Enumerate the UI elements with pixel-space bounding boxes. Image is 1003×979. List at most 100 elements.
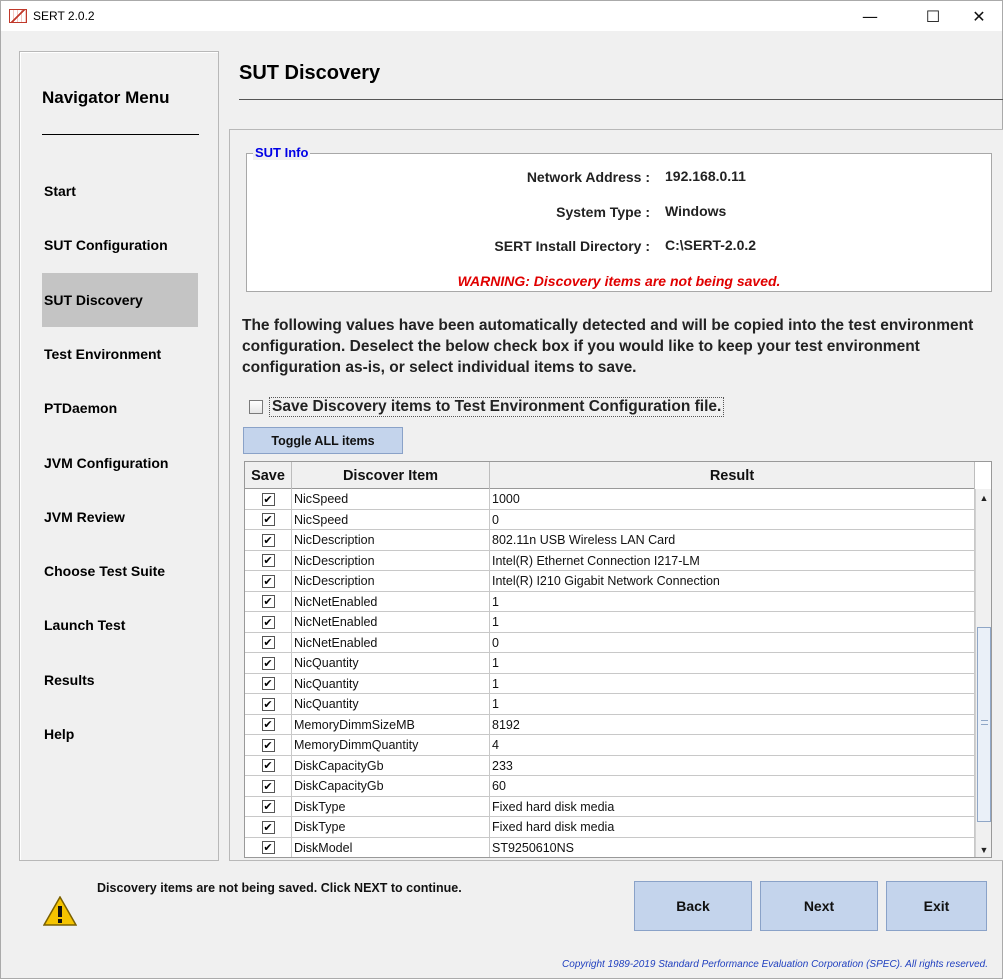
- row-result-cell: Intel(R) Ethernet Connection I217-LM: [490, 550, 975, 571]
- next-button[interactable]: Next: [760, 881, 878, 931]
- row-save-cell[interactable]: ✔: [245, 735, 292, 755]
- row-result-cell: Fixed hard disk media: [490, 817, 975, 837]
- row-checkbox[interactable]: ✔: [261, 697, 275, 711]
- row-checkbox[interactable]: ✔: [261, 574, 275, 588]
- table-row[interactable]: ✔ MemoryDimmSizeMB 8192: [245, 714, 975, 735]
- row-checkbox[interactable]: ✔: [261, 820, 275, 834]
- column-header-save[interactable]: Save: [245, 462, 292, 489]
- sut-info-legend: SUT Info: [253, 145, 311, 160]
- table-row[interactable]: ✔ DiskModel ST9250610NS: [245, 837, 975, 857]
- table-row[interactable]: ✔ NicNetEnabled 1: [245, 612, 975, 633]
- row-save-cell[interactable]: ✔: [245, 653, 292, 673]
- table-row[interactable]: ✔ DiskType Fixed hard disk media: [245, 817, 975, 838]
- scroll-down-icon[interactable]: ▼: [976, 841, 991, 857]
- nav-item-choose-test-suite[interactable]: Choose Test Suite: [42, 544, 198, 598]
- row-save-cell[interactable]: ✔: [245, 550, 292, 571]
- nav-item-jvm-review[interactable]: JVM Review: [42, 490, 198, 544]
- save-discovery-checkbox-row[interactable]: Save Discovery items to Test Environment…: [249, 396, 725, 418]
- table-row[interactable]: ✔ NicDescription 802.11n USB Wireless LAN …: [245, 530, 975, 551]
- nav-item-help[interactable]: Help: [42, 707, 198, 761]
- nav-item-test-environment[interactable]: Test Environment: [42, 327, 198, 381]
- row-item-cell: DiskCapacityGb: [292, 776, 490, 796]
- table-row[interactable]: ✔ MemoryDimmQuantity 4: [245, 735, 975, 756]
- row-checkbox[interactable]: ✔: [261, 841, 275, 854]
- column-header-item[interactable]: Discover Item: [292, 462, 490, 489]
- column-header-result[interactable]: Result: [490, 462, 975, 489]
- nav-item-sut-discovery[interactable]: SUT Discovery: [42, 272, 198, 327]
- nav-item-jvm-configuration[interactable]: JVM Configuration: [42, 436, 198, 490]
- row-save-cell[interactable]: ✔: [245, 509, 292, 530]
- table-header: Save Discover Item Result: [245, 462, 975, 489]
- row-save-cell[interactable]: ✔: [245, 632, 292, 653]
- table-row[interactable]: ✔ DiskCapacityGb 60: [245, 776, 975, 797]
- navigator-menu: Navigator Menu Start SUT Configuration SUT…: [19, 51, 219, 861]
- row-result-cell: 0: [490, 509, 975, 530]
- table-row[interactable]: ✔ NicSpeed 1000: [245, 489, 975, 510]
- row-checkbox[interactable]: ✔: [261, 759, 275, 772]
- table-row[interactable]: ✔ NicQuantity 1: [245, 673, 975, 694]
- row-save-cell[interactable]: ✔: [245, 714, 292, 735]
- row-save-cell[interactable]: ✔: [245, 817, 292, 837]
- row-result-cell: Intel(R) I210 Gigabit Network Connection: [490, 571, 975, 591]
- nav-item-results[interactable]: Results: [42, 653, 198, 707]
- table-row[interactable]: ✔ DiskType Fixed hard disk media: [245, 796, 975, 817]
- nav-item-start[interactable]: Start: [42, 164, 198, 218]
- row-save-cell[interactable]: ✔: [245, 489, 292, 509]
- app-logo-icon: [9, 9, 27, 23]
- minimize-button[interactable]: —: [847, 1, 893, 31]
- row-checkbox[interactable]: ✔: [261, 492, 275, 506]
- row-checkbox[interactable]: ✔: [261, 677, 275, 690]
- row-item-cell: DiskCapacityGb: [292, 755, 490, 776]
- network-address-value: 192.168.0.11: [665, 168, 746, 184]
- row-checkbox[interactable]: ✔: [261, 656, 275, 670]
- table-row[interactable]: ✔ NicNetEnabled 0: [245, 632, 975, 653]
- row-save-cell[interactable]: ✔: [245, 755, 292, 776]
- toggle-all-button[interactable]: Toggle ALL items: [243, 427, 403, 454]
- row-save-cell[interactable]: ✔: [245, 591, 292, 612]
- table-row[interactable]: ✔ NicSpeed 0: [245, 509, 975, 530]
- row-result-cell: 8192: [490, 714, 975, 735]
- back-button[interactable]: Back: [634, 881, 752, 931]
- row-checkbox[interactable]: ✔: [261, 636, 275, 649]
- table-row[interactable]: ✔ NicQuantity 1: [245, 653, 975, 674]
- nav-item-launch-test[interactable]: Launch Test: [42, 598, 198, 652]
- table-row[interactable]: ✔ NicDescription Intel(R) I210 Gigabit Net…: [245, 571, 975, 592]
- row-save-cell[interactable]: ✔: [245, 776, 292, 796]
- row-save-cell[interactable]: ✔: [245, 673, 292, 694]
- scroll-up-icon[interactable]: ▲: [976, 489, 991, 506]
- network-address-label: Network Address :: [526, 169, 650, 185]
- row-checkbox[interactable]: ✔: [261, 595, 275, 608]
- maximize-button[interactable]: ☐: [910, 1, 956, 31]
- table-row[interactable]: ✔ DiskCapacityGb 233: [245, 755, 975, 776]
- row-checkbox[interactable]: ✔: [261, 779, 275, 793]
- row-checkbox[interactable]: ✔: [261, 718, 275, 731]
- row-checkbox[interactable]: ✔: [261, 615, 275, 629]
- table-scrollbar[interactable]: ▲ ▼: [975, 489, 991, 857]
- row-checkbox[interactable]: ✔: [261, 800, 275, 813]
- row-checkbox[interactable]: ✔: [261, 533, 275, 547]
- row-checkbox[interactable]: ✔: [261, 554, 275, 567]
- app-window: SERT 2.0.2 — ☐ ✕ Navigator Menu Start SUT…: [0, 0, 1003, 979]
- row-save-cell[interactable]: ✔: [245, 796, 292, 817]
- row-save-cell[interactable]: ✔: [245, 837, 292, 857]
- table-row[interactable]: ✔ NicQuantity 1: [245, 694, 975, 715]
- save-discovery-label[interactable]: Save Discovery items to Test Environment…: [269, 397, 725, 417]
- row-save-cell[interactable]: ✔: [245, 530, 292, 550]
- nav-item-sut-configuration[interactable]: SUT Configuration: [42, 218, 198, 272]
- exit-button[interactable]: Exit: [886, 881, 987, 931]
- row-save-cell[interactable]: ✔: [245, 694, 292, 714]
- table-row[interactable]: ✔ NicNetEnabled 1: [245, 591, 975, 612]
- row-checkbox[interactable]: ✔: [261, 738, 275, 752]
- row-item-cell: NicDescription: [292, 571, 490, 591]
- table-row[interactable]: ✔ NicDescription Intel(R) Ethernet Connect…: [245, 550, 975, 571]
- discovery-table: Save Discover Item Result ✔ NicSpeed 1000 ✔…: [244, 461, 992, 858]
- row-result-cell: 1: [490, 612, 975, 632]
- row-checkbox[interactable]: ✔: [261, 513, 275, 526]
- nav-item-ptdaemon[interactable]: PTDaemon: [42, 381, 198, 435]
- row-save-cell[interactable]: ✔: [245, 612, 292, 632]
- scrollbar-thumb[interactable]: [977, 627, 991, 822]
- row-result-cell: 1000: [490, 489, 975, 509]
- save-discovery-checkbox[interactable]: [249, 400, 263, 414]
- row-save-cell[interactable]: ✔: [245, 571, 292, 591]
- close-button[interactable]: ✕: [956, 1, 1002, 31]
